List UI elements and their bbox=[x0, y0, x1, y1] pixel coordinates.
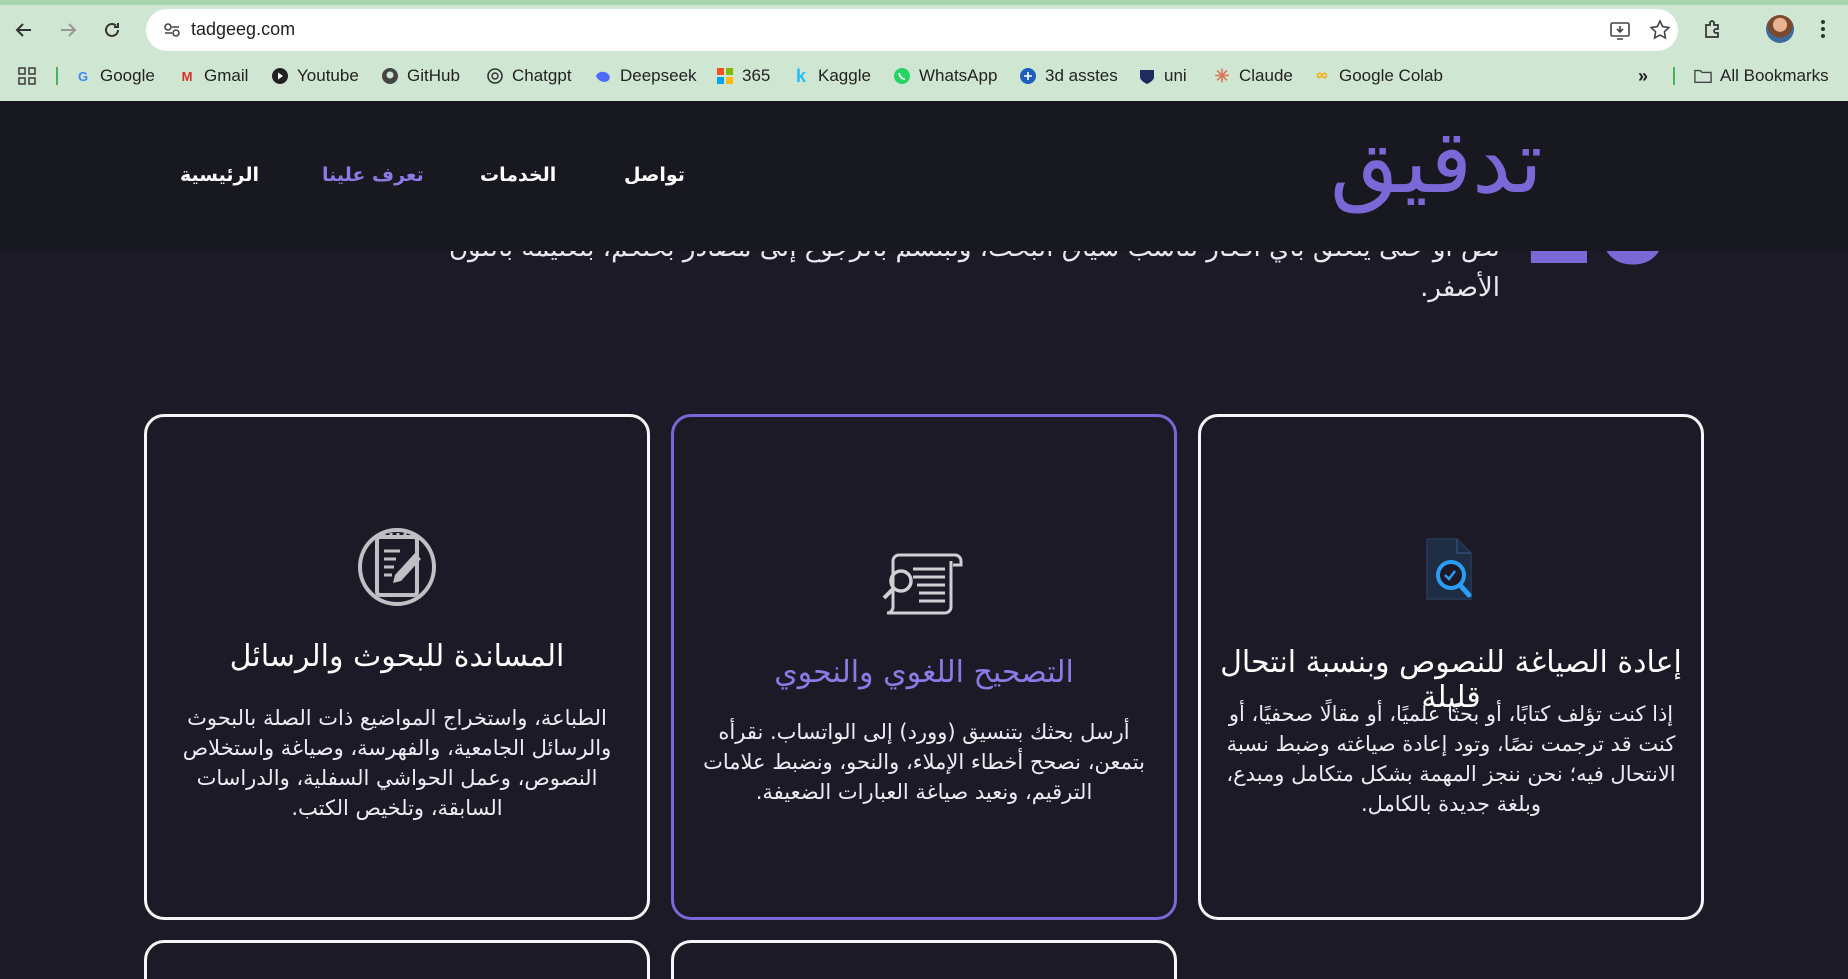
bookmark-google-colab[interactable]: ∞ Google Colab bbox=[1313, 58, 1443, 94]
intro-line-2: الأصفر. bbox=[1420, 273, 1500, 303]
bookmark-label: Deepseek bbox=[620, 66, 697, 85]
reload-icon bbox=[105, 22, 119, 37]
install-app-icon[interactable] bbox=[1608, 18, 1632, 42]
bookmark-kaggle[interactable]: k Kaggle bbox=[792, 58, 871, 94]
youtube-icon bbox=[271, 67, 289, 85]
bookmark-label: Chatgpt bbox=[512, 66, 572, 85]
chrome-top-strip bbox=[0, 0, 1848, 5]
address-bar[interactable]: tadgeeg.com bbox=[146, 9, 1678, 51]
browser-chrome: tadgeeg.com G Google M Gmail Youtube Git… bbox=[0, 0, 1848, 101]
service-card[interactable] bbox=[144, 940, 650, 979]
chatgpt-icon bbox=[486, 67, 504, 85]
bookmark-chatgpt[interactable]: Chatgpt bbox=[486, 58, 572, 94]
document-search-icon bbox=[882, 553, 963, 615]
card-description: أرسل بحثك بتنسيق (وورد) إلى الواتساب. نق… bbox=[703, 720, 1145, 804]
apps-grid-icon bbox=[18, 67, 36, 85]
arrow-right-icon bbox=[61, 23, 77, 37]
site-logo[interactable]: تدقيق bbox=[1330, 118, 1543, 206]
nav-services[interactable]: الخدمات bbox=[480, 164, 556, 186]
bookmark-label: Gmail bbox=[204, 66, 249, 85]
bookmarks-bar: G Google M Gmail Youtube GitHub Chatgpt … bbox=[0, 58, 1848, 94]
apps-button[interactable] bbox=[16, 58, 38, 94]
deepseek-icon bbox=[594, 67, 612, 85]
all-bookmarks-button[interactable]: All Bookmarks bbox=[1694, 58, 1829, 94]
nav-contact[interactable]: تواصل bbox=[624, 164, 685, 186]
bookmark-youtube[interactable]: Youtube bbox=[271, 58, 359, 94]
reload-button[interactable] bbox=[94, 12, 130, 48]
github-icon bbox=[381, 67, 399, 85]
all-bookmarks-label: All Bookmarks bbox=[1720, 66, 1829, 85]
bookmark-label: 365 bbox=[742, 66, 771, 85]
service-card-paraphrasing[interactable]: إعادة الصياغة للنصوص وبنسبة انتحال قليلة… bbox=[1198, 414, 1704, 920]
kaggle-icon: k bbox=[795, 65, 806, 86]
bookmark-uni[interactable]: uni bbox=[1138, 58, 1187, 94]
forward-button[interactable] bbox=[50, 12, 86, 48]
3d-icon bbox=[1019, 67, 1037, 85]
bookmark-github[interactable]: GitHub bbox=[381, 58, 460, 94]
clipboard-pen-icon bbox=[358, 528, 436, 606]
file-search-icon bbox=[1426, 538, 1472, 600]
gmail-icon: M bbox=[181, 68, 193, 84]
bookmark-365[interactable]: 365 bbox=[716, 58, 770, 94]
puzzle-icon bbox=[1705, 20, 1719, 38]
nav-home[interactable]: الرئيسية bbox=[180, 164, 259, 186]
bookmark-label: Youtube bbox=[297, 66, 359, 85]
nav-about[interactable]: تعرف علينا bbox=[322, 164, 424, 186]
bookmark-separator bbox=[1673, 67, 1675, 85]
browser-menu-button[interactable] bbox=[1808, 14, 1838, 44]
more-bookmarks-button[interactable]: » bbox=[1634, 58, 1660, 94]
bookmark-separator bbox=[56, 67, 58, 85]
card-title: المساندة للبحوث والرسائل bbox=[229, 639, 565, 674]
card-title: التصحيح اللغوي والنحوي bbox=[774, 655, 1074, 690]
card-description: إذا كنت تؤلف كتابًا، أو بحثًا علميًا، أو… bbox=[1226, 702, 1676, 816]
microsoft-icon bbox=[716, 67, 734, 85]
bookmark-deepseek[interactable]: Deepseek bbox=[594, 58, 697, 94]
bookmark-3d-asstes[interactable]: 3d asstes bbox=[1019, 58, 1118, 94]
google-icon: G bbox=[77, 68, 89, 84]
back-button[interactable] bbox=[6, 12, 42, 48]
card-description: الطباعة، واستخراج المواضيع ذات الصلة بال… bbox=[182, 706, 612, 820]
bookmark-label: uni bbox=[1164, 66, 1187, 85]
bookmark-whatsapp[interactable]: WhatsApp bbox=[893, 58, 997, 94]
site-header bbox=[0, 101, 1848, 251]
bookmark-label: Kaggle bbox=[818, 66, 871, 85]
folder-icon bbox=[1694, 67, 1712, 85]
more-vertical-icon bbox=[1821, 20, 1825, 38]
uni-icon bbox=[1138, 67, 1156, 85]
bookmark-claude[interactable]: ✳ Claude bbox=[1213, 58, 1293, 94]
service-card-proofreading[interactable]: التصحيح اللغوي والنحوي أرسل بحثك بتنسيق … bbox=[671, 414, 1177, 920]
bookmark-label: Claude bbox=[1239, 66, 1293, 85]
whatsapp-icon bbox=[893, 67, 911, 85]
profile-avatar[interactable] bbox=[1766, 15, 1794, 43]
service-card-research-support[interactable]: المساندة للبحوث والرسائل الطباعة، واستخر… bbox=[144, 414, 650, 920]
extensions-button[interactable] bbox=[1698, 14, 1728, 44]
bookmark-label: 3d asstes bbox=[1045, 66, 1118, 85]
bookmark-label: Google bbox=[100, 66, 155, 85]
claude-icon: ✳ bbox=[1214, 65, 1230, 86]
bookmark-label: WhatsApp bbox=[919, 66, 998, 85]
bookmark-label: GitHub bbox=[407, 66, 460, 85]
bookmark-label: Google Colab bbox=[1339, 66, 1443, 85]
url-text[interactable]: tadgeeg.com bbox=[191, 19, 295, 40]
chevron-double-right-icon: » bbox=[1637, 65, 1648, 86]
site-settings-icon[interactable] bbox=[162, 20, 182, 40]
colab-icon: ∞ bbox=[1316, 67, 1328, 84]
service-card[interactable] bbox=[671, 940, 1177, 979]
star-icon[interactable] bbox=[1648, 18, 1672, 42]
arrow-left-icon bbox=[15, 23, 31, 37]
bookmark-google[interactable]: G Google bbox=[74, 58, 155, 94]
bookmark-gmail[interactable]: M Gmail bbox=[178, 58, 249, 94]
